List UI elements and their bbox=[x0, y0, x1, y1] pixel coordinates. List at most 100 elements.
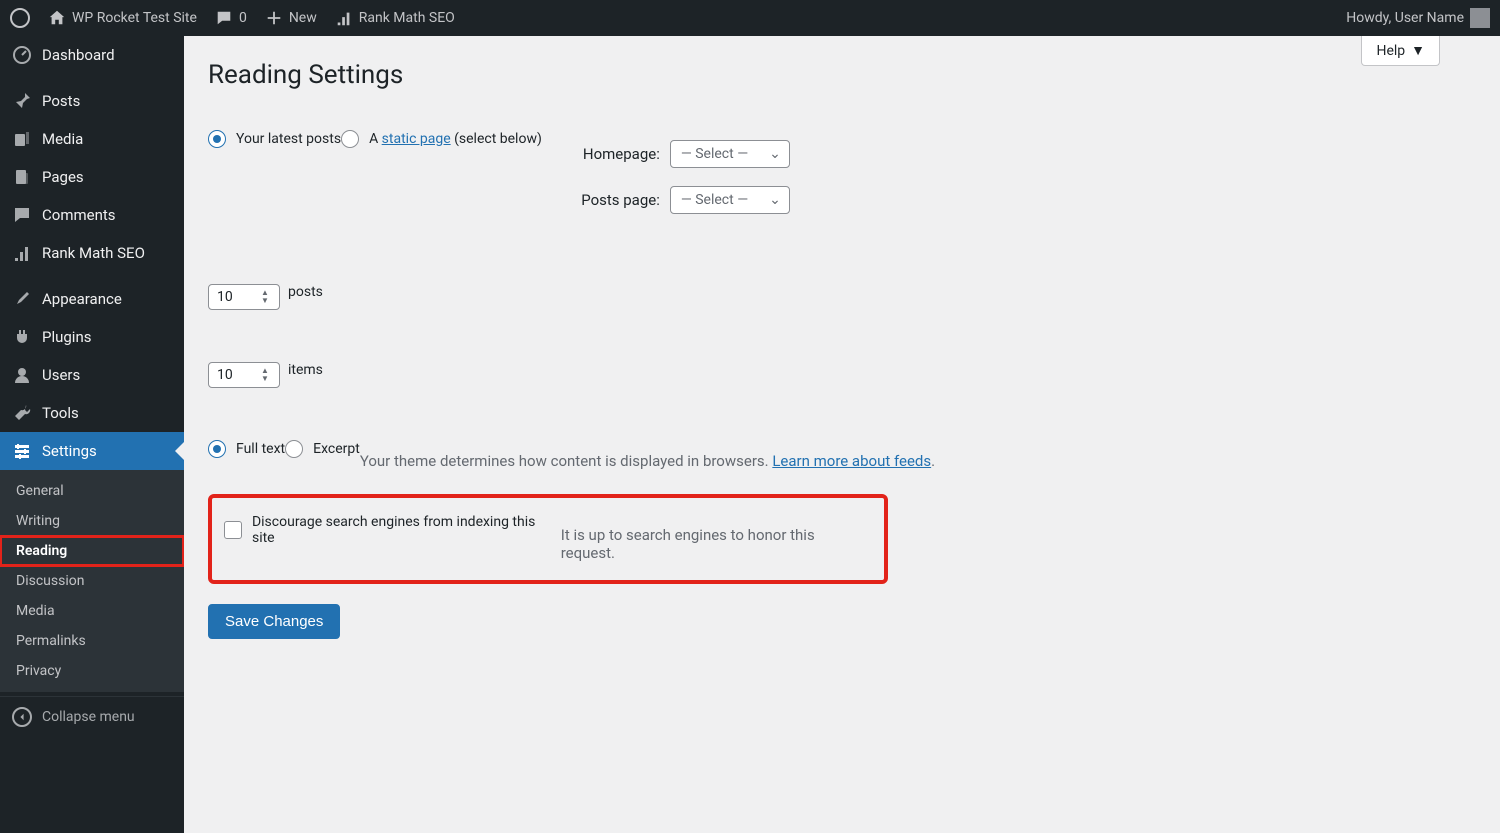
dashboard-icon bbox=[12, 45, 32, 65]
search-visibility-note: It is up to search engines to honor this… bbox=[561, 526, 872, 562]
posts-per-page-value: 10 bbox=[217, 289, 233, 305]
help-label: Help bbox=[1376, 43, 1405, 59]
sidebar-item-label: Rank Math SEO bbox=[42, 244, 145, 262]
submenu-item-permalinks[interactable]: Permalinks bbox=[0, 626, 184, 656]
sidebar-item-label: Users bbox=[42, 366, 80, 384]
comment-icon bbox=[215, 9, 233, 27]
sidebar-item-rank-math-seo[interactable]: Rank Math SEO bbox=[0, 234, 184, 272]
rankmath-label: Rank Math SEO bbox=[359, 10, 455, 26]
sidebar-item-appearance[interactable]: Appearance bbox=[0, 280, 184, 318]
wp-logo-menu[interactable] bbox=[10, 8, 30, 28]
latest-posts-radio[interactable] bbox=[208, 130, 226, 148]
content-area: Reading Settings Your latest posts A sta… bbox=[184, 36, 1500, 833]
site-name-link[interactable]: WP Rocket Test Site bbox=[48, 9, 197, 27]
items-suffix: items bbox=[288, 362, 323, 378]
chart-icon bbox=[12, 243, 32, 263]
sidebar-item-media[interactable]: Media bbox=[0, 120, 184, 158]
feed-items-value: 10 bbox=[217, 367, 233, 383]
submenu-item-writing[interactable]: Writing bbox=[0, 506, 184, 536]
posts-page-select-label: Posts page: bbox=[570, 191, 660, 209]
help-tab[interactable]: Help ▼ bbox=[1361, 36, 1440, 66]
feed-items-input[interactable]: 10 ▲▼ bbox=[208, 362, 280, 388]
spinner-icon: ▲▼ bbox=[261, 287, 275, 307]
sidebar-item-posts[interactable]: Posts bbox=[0, 82, 184, 120]
posts-page-select-value: — Select — bbox=[681, 192, 748, 208]
sidebar-item-label: Comments bbox=[42, 206, 116, 224]
static-page-radio[interactable] bbox=[341, 130, 359, 148]
sidebar-item-tools[interactable]: Tools bbox=[0, 394, 184, 432]
chart-icon bbox=[335, 9, 353, 27]
brush-icon bbox=[12, 289, 32, 309]
excerpt-radio[interactable] bbox=[285, 440, 303, 458]
pin-icon bbox=[12, 91, 32, 111]
feed-note: Your theme determines how content is dis… bbox=[360, 452, 935, 470]
page-title: Reading Settings bbox=[208, 60, 1476, 90]
user-account-link[interactable]: Howdy, User Name bbox=[1346, 8, 1490, 28]
sidebar-item-label: Media bbox=[42, 130, 83, 148]
sidebar-item-dashboard[interactable]: Dashboard bbox=[0, 36, 184, 74]
admin-sidebar: Dashboard Posts Media Pages Comments Rank Mat… bbox=[0, 36, 184, 833]
chevron-down-icon: ⌄ bbox=[769, 192, 781, 208]
homepage-displays-row: Your latest posts A static page (select … bbox=[208, 118, 1476, 244]
new-content-link[interactable]: New bbox=[265, 9, 317, 27]
sidebar-item-label: Tools bbox=[42, 404, 79, 422]
discourage-checkbox[interactable] bbox=[224, 521, 242, 539]
settings-submenu: GeneralWritingReadingDiscussionMediaPerm… bbox=[0, 470, 184, 692]
settings-icon bbox=[12, 441, 32, 461]
wrench-icon bbox=[12, 403, 32, 423]
sidebar-item-plugins[interactable]: Plugins bbox=[0, 318, 184, 356]
submenu-item-reading[interactable]: Reading bbox=[0, 536, 184, 566]
new-label: New bbox=[289, 10, 317, 26]
plus-icon bbox=[265, 9, 283, 27]
sidebar-item-label: Pages bbox=[42, 168, 84, 186]
submenu-item-discussion[interactable]: Discussion bbox=[0, 566, 184, 596]
comments-count: 0 bbox=[239, 10, 247, 26]
submenu-item-media[interactable]: Media bbox=[0, 596, 184, 626]
homepage-select-label: Homepage: bbox=[570, 145, 660, 163]
collapse-icon bbox=[12, 707, 32, 727]
blog-pages-row: 10 ▲▼ posts bbox=[208, 272, 1476, 322]
learn-more-link[interactable]: Learn more about feeds bbox=[772, 452, 931, 470]
plug-icon bbox=[12, 327, 32, 347]
chevron-down-icon: ▼ bbox=[1411, 42, 1425, 59]
sidebar-item-label: Appearance bbox=[42, 290, 122, 308]
posts-per-page-input[interactable]: 10 ▲▼ bbox=[208, 284, 280, 310]
static-page-label: A static page (select below) bbox=[369, 131, 542, 147]
collapse-menu-button[interactable]: Collapse menu bbox=[0, 696, 184, 737]
sidebar-item-label: Posts bbox=[42, 92, 80, 110]
full-text-radio[interactable] bbox=[208, 440, 226, 458]
rankmath-link[interactable]: Rank Math SEO bbox=[335, 9, 455, 27]
posts-suffix: posts bbox=[288, 284, 323, 300]
static-page-link[interactable]: static page bbox=[382, 131, 451, 147]
pages-icon bbox=[12, 167, 32, 187]
feeds-row: 10 ▲▼ items bbox=[208, 350, 1476, 400]
latest-posts-label: Your latest posts bbox=[236, 131, 341, 147]
save-changes-button[interactable]: Save Changes bbox=[208, 604, 340, 639]
media-icon bbox=[12, 129, 32, 149]
sidebar-item-users[interactable]: Users bbox=[0, 356, 184, 394]
sidebar-item-pages[interactable]: Pages bbox=[0, 158, 184, 196]
submenu-item-general[interactable]: General bbox=[0, 476, 184, 506]
wordpress-logo-icon bbox=[10, 8, 30, 28]
avatar-icon bbox=[1470, 8, 1490, 28]
search-visibility-highlight: Discourage search engines from indexing … bbox=[208, 494, 888, 584]
full-text-label: Full text bbox=[236, 441, 285, 457]
feed-note-prefix: Your theme determines how content is dis… bbox=[360, 452, 773, 470]
comments-link[interactable]: 0 bbox=[215, 9, 247, 27]
homepage-select[interactable]: — Select — ⌄ bbox=[670, 140, 790, 168]
collapse-label: Collapse menu bbox=[42, 709, 135, 725]
submenu-item-privacy[interactable]: Privacy bbox=[0, 656, 184, 686]
spinner-icon: ▲▼ bbox=[261, 365, 275, 385]
discourage-label: Discourage search engines from indexing … bbox=[252, 514, 561, 546]
sidebar-item-comments[interactable]: Comments bbox=[0, 196, 184, 234]
sidebar-item-label: Dashboard bbox=[42, 46, 115, 64]
user-icon bbox=[12, 365, 32, 385]
feed-note-suffix: . bbox=[931, 452, 935, 470]
sidebar-item-label: Settings bbox=[42, 442, 97, 460]
admin-bar: WP Rocket Test Site 0 New Rank Math SEO … bbox=[0, 0, 1500, 36]
sidebar-item-settings[interactable]: Settings bbox=[0, 432, 184, 470]
posts-page-select[interactable]: — Select — ⌄ bbox=[670, 186, 790, 214]
homepage-select-value: — Select — bbox=[681, 146, 748, 162]
home-icon bbox=[48, 9, 66, 27]
site-name-text: WP Rocket Test Site bbox=[72, 10, 197, 26]
